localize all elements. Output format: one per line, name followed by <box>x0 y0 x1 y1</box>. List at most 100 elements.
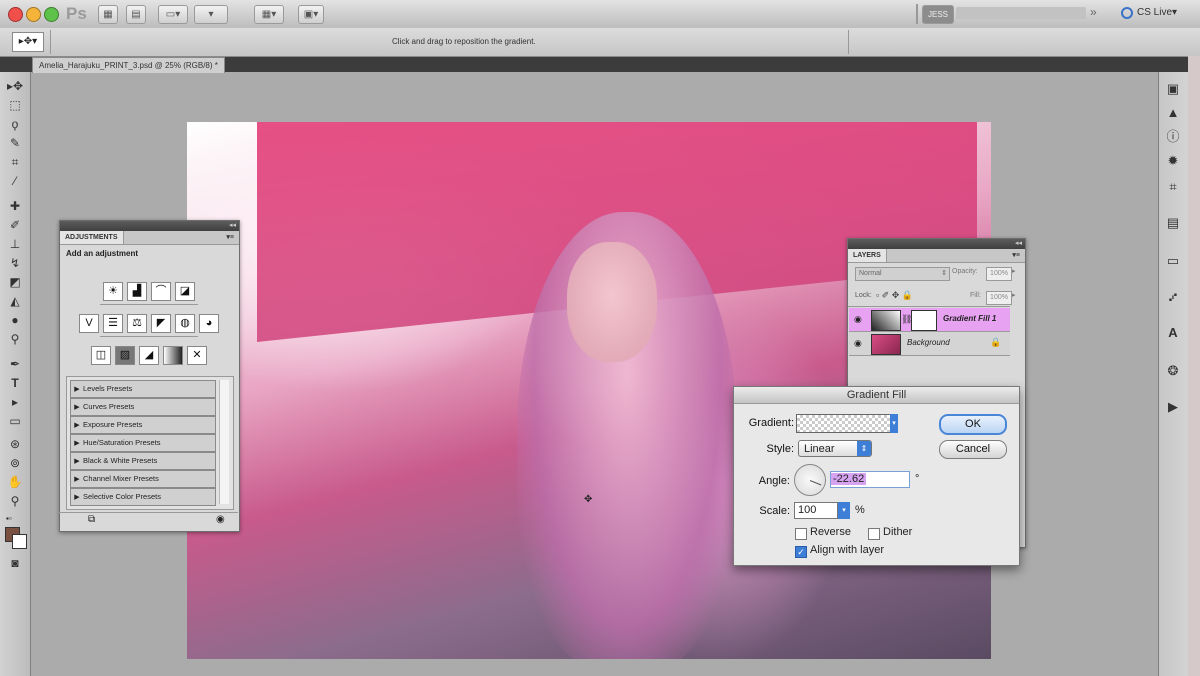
list-item[interactable]: ▶ Curves Presets <box>70 398 216 416</box>
list-item[interactable]: ▶ Levels Presets <box>70 380 216 398</box>
fill-arrow-icon[interactable]: ▸ <box>1012 291 1016 299</box>
shape-tool-icon[interactable]: ▭ <box>4 413 26 430</box>
crop-tool-icon[interactable]: ⌗ <box>4 154 26 171</box>
paths-panel-icon[interactable]: ⑇ <box>1163 288 1183 306</box>
eye-icon[interactable]: ◉ <box>854 314 862 325</box>
zoom-window-button[interactable] <box>44 7 59 22</box>
gradient-dropdown-arrow-icon[interactable]: ▾ <box>890 414 898 433</box>
angle-input[interactable]: -22.62 <box>830 471 910 488</box>
bridge-icon[interactable]: ▦ <box>98 5 118 24</box>
close-window-button[interactable] <box>8 7 23 22</box>
invert-icon[interactable]: ◫ <box>91 346 111 365</box>
quick-selection-tool-icon[interactable]: ✎ <box>4 135 26 152</box>
clip-to-layer-icon[interactable]: ⧉ <box>88 514 95 525</box>
quick-mask-icon[interactable]: ◙ <box>4 555 26 572</box>
list-item[interactable]: ▶ Selective Color Presets <box>70 488 216 506</box>
background-color-swatch[interactable] <box>12 534 27 549</box>
black-white-icon[interactable]: ◤ <box>151 314 171 333</box>
3d-orbit-tool-icon[interactable]: ⊚ <box>4 455 26 472</box>
paint-bucket-tool-icon[interactable]: ◭ <box>4 293 26 310</box>
chevron-right-icon[interactable]: » <box>1090 5 1097 19</box>
dodge-tool-icon[interactable]: ⚲ <box>4 331 26 348</box>
cs-live-menu[interactable]: CS Live▾ <box>1137 7 1177 18</box>
angle-dial[interactable] <box>794 464 826 496</box>
tool-preset-picker[interactable]: ▸✥▾ <box>12 32 44 52</box>
opacity-arrow-icon[interactable]: ▸ <box>1012 267 1016 275</box>
dither-checkbox[interactable] <box>868 528 880 540</box>
color-balance-icon[interactable]: ⚖ <box>127 314 147 333</box>
path-selection-tool-icon[interactable]: ▸ <box>4 394 26 411</box>
workspace-button[interactable]: JESS <box>922 5 954 24</box>
hand-tool-icon[interactable]: ✋ <box>4 474 26 491</box>
collapse-icon[interactable]: ◂◂ <box>1015 239 1022 249</box>
notes-panel-icon[interactable]: ▤ <box>1163 214 1183 232</box>
history-brush-tool-icon[interactable]: ↯ <box>4 255 26 272</box>
list-item[interactable]: ▶ Exposure Presets <box>70 416 216 434</box>
move-tool-icon[interactable]: ▸✥ <box>4 78 26 95</box>
panel-menu-icon[interactable]: ▾≡ <box>221 231 239 244</box>
selective-color-icon[interactable]: ✕ <box>187 346 207 365</box>
zoom-tool-icon[interactable]: ⚲ <box>4 493 26 510</box>
adjustments-options-icon[interactable]: ◉ <box>216 514 225 525</box>
gradient-map-icon[interactable] <box>163 346 183 365</box>
brush-tool-icon[interactable]: ✐ <box>4 217 26 234</box>
ok-button[interactable]: OK <box>939 414 1007 435</box>
layer-row-gradient-fill[interactable]: ◉ ⛓ Gradient Fill 1 <box>849 308 1010 332</box>
tab-layers[interactable]: LAYERS <box>848 249 887 262</box>
lock-icons[interactable]: ▫ ✐ ✥ 🔒 <box>876 290 913 301</box>
3d-panel-icon[interactable]: ❂ <box>1163 362 1183 380</box>
scale-dropdown-arrow-icon[interactable]: ▾ <box>838 502 850 519</box>
pen-tool-icon[interactable]: ✒ <box>4 356 26 373</box>
zoom-level-dropdown[interactable]: ▾ <box>194 5 228 24</box>
healing-brush-tool-icon[interactable]: ✚ <box>4 198 26 215</box>
3d-rotate-tool-icon[interactable]: ⊛ <box>4 436 26 453</box>
brush-panel-icon[interactable]: ✹ <box>1163 152 1183 170</box>
style-dropdown[interactable]: Linear ⇕ <box>798 440 872 457</box>
mini-bridge-icon[interactable]: ▤ <box>126 5 146 24</box>
list-item[interactable]: ▶ Black & White Presets <box>70 452 216 470</box>
document-tab[interactable]: Amelia_Harajuku_PRINT_3.psd @ 25% (RGB/8… <box>32 57 225 73</box>
scale-input[interactable]: 100 <box>794 502 838 519</box>
blur-tool-icon[interactable]: ● <box>4 312 26 329</box>
channel-mixer-icon[interactable]: ◕ <box>199 314 219 333</box>
info-panel-icon[interactable]: ⓘ <box>1163 128 1183 146</box>
presets-scrollbar[interactable] <box>219 380 229 504</box>
collapse-icon[interactable]: ◂◂ <box>229 221 236 231</box>
minimize-window-button[interactable] <box>26 7 41 22</box>
panel-menu-icon[interactable]: ▾≡ <box>1007 249 1025 262</box>
opacity-field[interactable]: 100% <box>986 267 1012 281</box>
type-tool-icon[interactable]: T <box>4 375 26 392</box>
default-colors-icon[interactable]: ▪▫ <box>6 514 12 523</box>
actions-panel-icon[interactable]: ▶ <box>1163 398 1183 416</box>
blend-mode-dropdown[interactable]: Normal ⇕ <box>855 267 950 281</box>
levels-icon[interactable]: ▟ <box>127 282 147 301</box>
layer-row-background[interactable]: ◉ Background 🔒 <box>849 332 1010 356</box>
gradient-picker[interactable] <box>796 414 892 433</box>
tab-adjustments[interactable]: ADJUSTMENTS <box>60 231 124 244</box>
list-item[interactable]: ▶ Channel Mixer Presets <box>70 470 216 488</box>
histogram-panel-icon[interactable]: ▲ <box>1163 104 1183 122</box>
reverse-checkbox[interactable] <box>795 528 807 540</box>
marquee-tool-icon[interactable]: ⬚ <box>4 97 26 114</box>
clone-stamp-tool-icon[interactable]: ⊥ <box>4 236 26 253</box>
brightness-contrast-icon[interactable]: ☀ <box>103 282 123 301</box>
workspace-switcher[interactable] <box>956 7 1086 19</box>
list-item[interactable]: ▶ Hue/Saturation Presets <box>70 434 216 452</box>
fill-field[interactable]: 100% <box>986 291 1012 305</box>
curves-icon[interactable]: ⌒ <box>151 282 171 301</box>
arrange-documents-icon[interactable]: ▦▾ <box>254 5 284 24</box>
clone-source-panel-icon[interactable]: ⌗ <box>1163 178 1183 196</box>
eyedropper-tool-icon[interactable]: ⁄ <box>4 173 26 190</box>
eraser-tool-icon[interactable]: ◩ <box>4 274 26 291</box>
character-panel-icon[interactable]: A <box>1163 324 1183 342</box>
lasso-tool-icon[interactable]: ϙ <box>4 116 26 133</box>
view-extras-icon[interactable]: ▭▾ <box>158 5 188 24</box>
posterize-icon[interactable]: ▨ <box>115 346 135 365</box>
exposure-icon[interactable]: ◪ <box>175 282 195 301</box>
animation-panel-icon[interactable]: ▭ <box>1163 252 1183 270</box>
eye-icon[interactable]: ◉ <box>854 338 862 349</box>
hue-saturation-icon[interactable]: ☰ <box>103 314 123 333</box>
cancel-button[interactable]: Cancel <box>939 440 1007 459</box>
threshold-icon[interactable]: ◢ <box>139 346 159 365</box>
mini-bridge-panel-icon[interactable]: ▣ <box>1163 80 1183 98</box>
